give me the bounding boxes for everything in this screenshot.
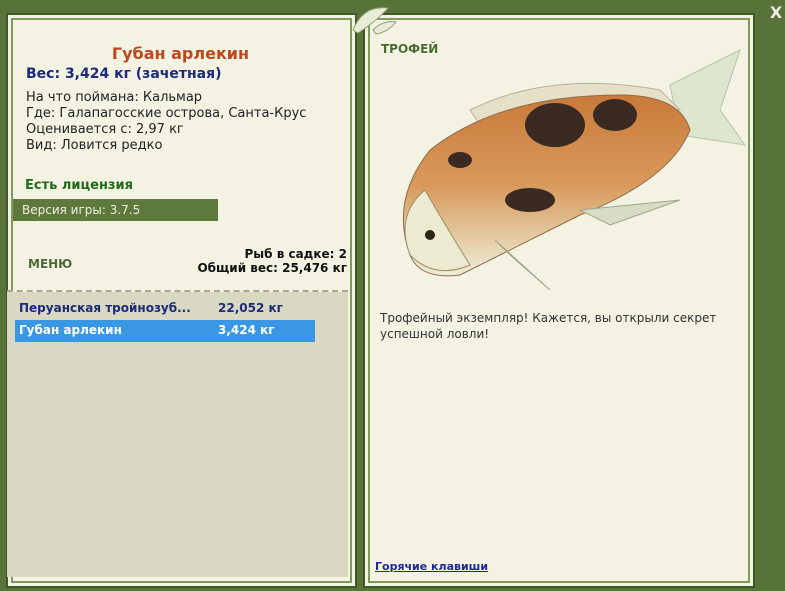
catch-weight: 22,052 кг [218, 301, 283, 315]
list-item[interactable]: Губан арлекин 3,424 кг [15, 320, 315, 342]
license-status: Есть лицензия [25, 178, 133, 193]
game-version: Версия игры: 3.7.5 [13, 199, 218, 221]
fish-weight: Вес: 3,424 кг (зачетная) [26, 66, 222, 82]
location-info: Где: Галапагосские острова, Санта-Крус [26, 106, 307, 121]
hotkeys-link[interactable]: Горячие клавиши [375, 560, 488, 573]
list-item[interactable]: Перуанская тройнозуб... 22,052 кг [15, 298, 315, 320]
divider [7, 290, 348, 292]
catch-weight: 3,424 кг [218, 323, 275, 337]
close-button[interactable]: X [767, 3, 785, 23]
leaf-logo-icon [352, 7, 397, 35]
bait-info: На что поймана: Кальмар [26, 90, 203, 105]
rarity-info: Вид: Ловится редко [26, 138, 163, 153]
fish-title: Губан арлекин [111, 44, 250, 63]
fish-count: Рыб в садке: 2 [244, 247, 348, 261]
menu-button[interactable]: МЕНЮ [28, 257, 72, 271]
trophy-description: Трофейный экземпляр! Кажется, вы открыли… [380, 311, 717, 341]
fish-image [402, 49, 747, 291]
valued-from-info: Оценивается с: 2,97 кг [26, 122, 184, 137]
total-weight: Общий вес: 25,476 кг [197, 261, 347, 275]
catch-list: Перуанская тройнозуб... 22,052 кг Губан … [15, 298, 315, 342]
catch-name: Губан арлекин [19, 323, 122, 337]
catch-name: Перуанская тройнозуб... [19, 301, 191, 315]
